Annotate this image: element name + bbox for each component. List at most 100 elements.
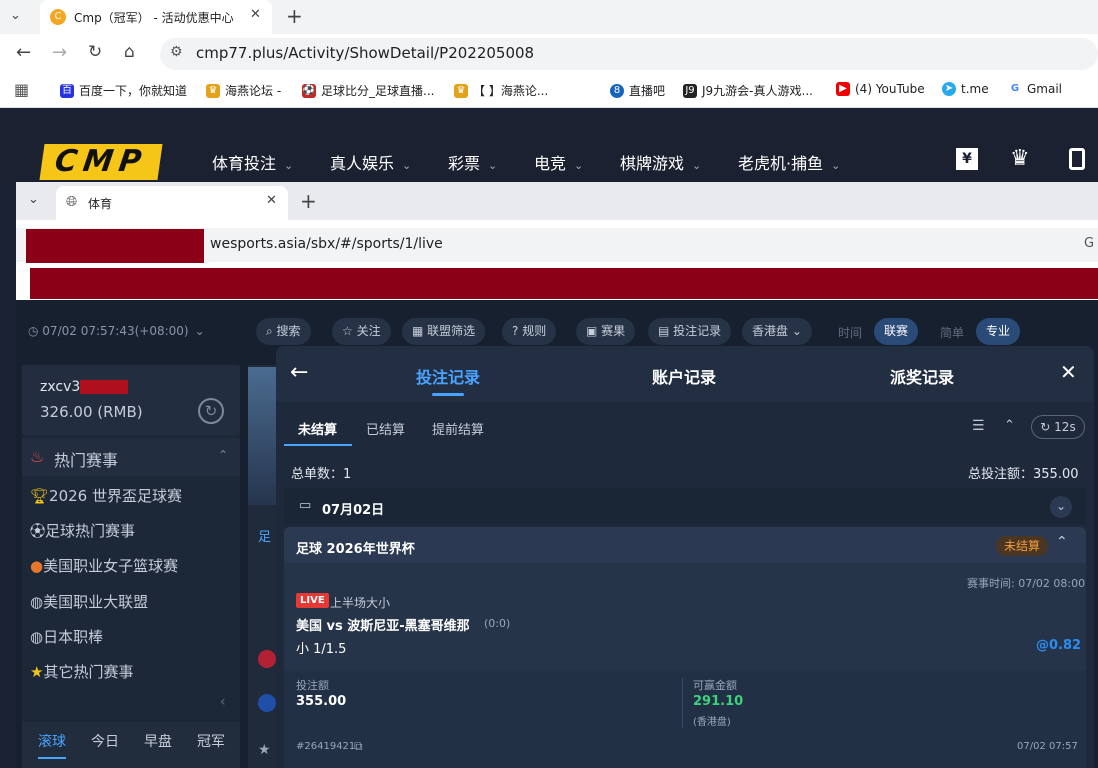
auto-refresh-button[interactable]: ↻ 12s [1031, 415, 1085, 439]
crown-icon[interactable]: ♛ [1010, 146, 1030, 171]
chevron-down-icon: ⌄ [488, 159, 498, 172]
close-icon[interactable]: ✕ [1060, 360, 1077, 384]
globe-icon: 🌐︎ [66, 194, 78, 210]
nav-slots-fishing[interactable]: 老虎机·捕鱼 ⌄ [738, 150, 840, 174]
bookmark-gmail[interactable]: G Gmail [1008, 82, 1062, 96]
league-filter-button[interactable]: ▦ 联盟筛选 [402, 318, 486, 345]
new-tab-icon[interactable]: + [300, 189, 317, 213]
nav-esports[interactable]: 电竞 ⌄ [534, 150, 583, 174]
chevron-down-icon[interactable]: ⌄ [1050, 496, 1072, 518]
bookmark-haiyan[interactable]: ♛ 海燕论坛 - [206, 82, 281, 99]
hot-item-npb[interactable]: ◍日本职棒 [30, 626, 103, 647]
bookmark-football[interactable]: ⚽ 足球比分_足球直播... [302, 82, 434, 99]
bet-record-button[interactable]: ▤ 投注记录 [648, 318, 732, 345]
bookmark-j9[interactable]: J9 J9九游会-真人游戏... [683, 82, 813, 99]
home-icon[interactable]: ⌂ [124, 42, 135, 62]
nav-lottery[interactable]: 彩票 ⌄ [448, 150, 497, 174]
tab-account-record[interactable]: 账户记录 [652, 364, 716, 388]
mode-league[interactable]: 联赛 [874, 318, 919, 345]
mobile-icon[interactable] [1069, 148, 1085, 170]
subtab-cashout[interactable]: 提前结算 [432, 419, 484, 438]
bookmark-telegram[interactable]: ➤ t.me [942, 82, 989, 96]
tab-list-chevron-icon[interactable]: ⌄ [28, 192, 39, 207]
chevron-down-icon: ⌄ [831, 159, 841, 172]
tab-live[interactable]: 滚球 [38, 731, 66, 759]
forward-icon[interactable]: → [52, 42, 67, 63]
hot-item-mlb[interactable]: ◍美国职业大联盟 [30, 591, 148, 612]
refresh-countdown: 12s [1054, 420, 1076, 434]
tab-today[interactable]: 今日 [91, 731, 119, 751]
hot-item-other[interactable]: ★其它热门赛事 [30, 661, 133, 682]
live-badge: LIVE [296, 593, 329, 608]
bookmark-youtube[interactable]: ▶ (4) YouTube [836, 82, 925, 96]
chevron-down-icon: ⌄ [788, 324, 802, 338]
translate-icon[interactable]: G [1084, 236, 1094, 251]
view-pro[interactable]: 专业 [976, 318, 1021, 345]
mode-time[interactable]: 时间 [838, 324, 862, 341]
tab-bet-record[interactable]: 投注记录 [416, 364, 480, 388]
yen-icon[interactable]: ¥ [956, 148, 978, 170]
tab-early[interactable]: 早盘 [144, 731, 172, 751]
nav-label: 棋牌游戏 [620, 154, 685, 173]
redaction-block [80, 380, 129, 394]
outer-url-field[interactable]: ⚙ cmp77.plus/Activity/ShowDetail/P202205… [160, 38, 1098, 70]
total-stake-value: 355.00 [1033, 467, 1079, 482]
bookmark-label: Gmail [1027, 82, 1063, 96]
total-orders: 总单数：1 [291, 463, 351, 482]
refresh-balance-icon[interactable]: ↻ [198, 398, 224, 424]
star-icon[interactable]: ★ [258, 742, 271, 758]
inner-url-text: wesports.asia/sbx/#/sports/1/live [210, 236, 443, 252]
nav-live-casino[interactable]: 真人娱乐 ⌄ [330, 150, 411, 174]
new-tab-icon[interactable]: + [286, 4, 303, 28]
search-button[interactable]: ⌕ 搜索 [256, 318, 311, 345]
subtab-settled[interactable]: 已结算 [366, 419, 405, 438]
close-tab-icon[interactable]: ✕ [250, 7, 261, 22]
date-group-header[interactable] [284, 488, 1086, 524]
bookmark-label: 【 】海燕论... [473, 84, 549, 98]
close-tab-icon[interactable]: ✕ [266, 193, 277, 208]
site-info-icon[interactable]: ⚙ [170, 44, 183, 60]
total-stake-label: 总投注额： [968, 467, 1034, 482]
stake-label: 投注额 [296, 679, 329, 692]
telegram-icon: ➤ [942, 82, 956, 96]
nav-sports[interactable]: 体育投注 ⌄ [212, 150, 293, 174]
hot-item-football[interactable]: ⚽︎足球热门赛事 [30, 520, 135, 541]
chevron-up-icon[interactable]: ⌃ [1056, 534, 1068, 550]
tab-outright[interactable]: 冠军 [197, 731, 225, 751]
rules-button[interactable]: ? 规则 [502, 318, 557, 345]
inner-active-tab[interactable]: 🌐︎ 体育 ✕ [56, 186, 288, 220]
reload-icon[interactable]: ↻ [88, 42, 102, 62]
results-button[interactable]: ▣ 赛果 [576, 318, 636, 345]
hot-item-worldcup[interactable]: 🏆︎2026 世界盃足球赛 [30, 485, 182, 506]
nav-label: 老虎机·捕鱼 [738, 154, 824, 173]
button-label: 搜索 [276, 324, 301, 338]
follow-button[interactable]: ☆ 关注 [332, 318, 391, 345]
clock-display[interactable]: ◷ 07/02 07:57:43(+08:00) ⌄ [28, 324, 205, 338]
outer-url-text: cmp77.plus/Activity/ShowDetail/P20220500… [196, 44, 535, 62]
bookmark-label: (4) YouTube [855, 82, 925, 96]
button-label: 香港盘 [752, 324, 789, 338]
nav-chess-games[interactable]: 棋牌游戏 ⌄ [620, 150, 701, 174]
collapse-left-icon[interactable]: ‹ [220, 694, 226, 710]
league-name: 足球 2026年世界杯 [296, 542, 415, 557]
redaction-block [26, 229, 204, 263]
copy-icon[interactable]: ⧉ [354, 739, 363, 754]
view-simple[interactable]: 简单 [940, 324, 964, 341]
hot-item-wnba[interactable]: ●美国职业女子篮球赛 [30, 555, 178, 576]
odds-type-select[interactable]: 香港盘 ⌄ [742, 318, 812, 345]
collapse-all-icon[interactable]: ⌃ [1004, 418, 1015, 433]
bookmark-haiyan-2[interactable]: ♛ 【 】海燕论... [454, 82, 548, 99]
tab-list-chevron-icon[interactable]: ⌄ [10, 8, 21, 23]
list-view-icon[interactable]: ☰ [972, 418, 985, 434]
back-arrow-icon[interactable]: ← [290, 360, 308, 385]
subtab-unsettled[interactable]: 未结算 [298, 419, 337, 438]
refresh-icon: ↻ [1040, 420, 1055, 434]
back-icon[interactable]: ← [16, 42, 31, 63]
cmp-logo[interactable]: CMP [39, 144, 163, 180]
bookmark-zhibo8[interactable]: 8 直播吧 [610, 82, 665, 99]
outer-active-tab[interactable]: C Cmp（冠军） - 活动优惠中心 ✕ [40, 0, 272, 34]
bookmark-baidu[interactable]: 百百度一下，你就知道 [60, 82, 187, 99]
chevron-up-icon[interactable]: ⌃ [218, 448, 228, 462]
tab-payout-record[interactable]: 派奖记录 [890, 364, 954, 388]
apps-grid-icon[interactable]: ▦ [14, 80, 29, 99]
